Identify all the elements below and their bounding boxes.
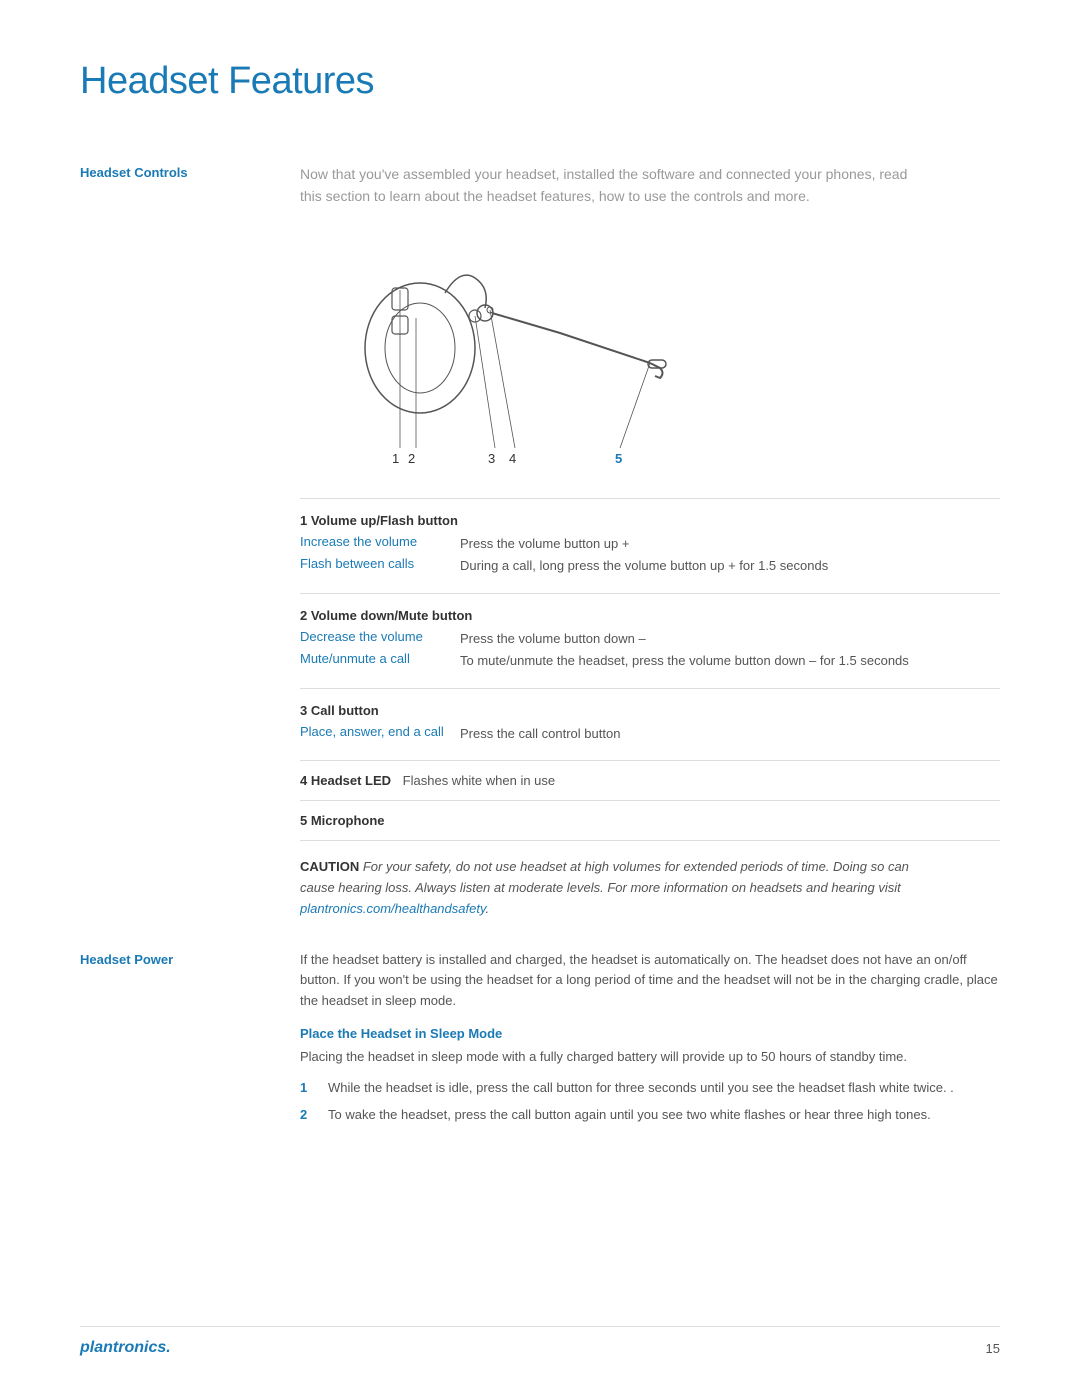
- control-group-3-title: 3 Call button: [300, 703, 1000, 718]
- svg-text:3: 3: [488, 451, 495, 466]
- headset-power-intro: If the headset battery is installed and …: [300, 950, 1000, 1012]
- control-action-decrease: Decrease the volume: [300, 629, 460, 644]
- control-row-1-2: Flash between calls During a call, long …: [300, 556, 1000, 576]
- headset-controls-section: Headset Controls Now that you've assembl…: [80, 163, 1000, 208]
- headset-controls-label: Headset Controls: [80, 163, 300, 208]
- headset-controls-body: Now that you've assembled your headset, …: [300, 163, 1000, 208]
- page-footer: plantronics. 15: [80, 1326, 1000, 1357]
- control-group-5: 5 Microphone: [300, 801, 1000, 841]
- control-group-5-title: 5 Microphone: [300, 813, 385, 828]
- control-desc-flash: During a call, long press the volume but…: [460, 556, 1000, 576]
- control-group-2: 2 Volume down/Mute button Decrease the v…: [300, 594, 1000, 689]
- control-desc-led: Flashes white when in use: [403, 773, 555, 788]
- svg-text:5: 5: [615, 451, 622, 466]
- control-number-1: 1: [300, 513, 311, 528]
- sleep-steps-list: 1 While the headset is idle, press the c…: [300, 1078, 1000, 1125]
- control-desc-mute: To mute/unmute the headset, press the vo…: [460, 651, 1000, 671]
- svg-text:4: 4: [509, 451, 516, 466]
- control-row-2-1: Decrease the volume Press the volume but…: [300, 629, 1000, 649]
- control-number-3: 3: [300, 703, 311, 718]
- control-row-1-1: Increase the volume Press the volume but…: [300, 534, 1000, 554]
- caution-text: For your safety, do not use headset at h…: [300, 859, 909, 916]
- headset-controls-intro: Now that you've assembled your headset, …: [300, 163, 920, 208]
- caution-link[interactable]: plantronics.com/healthandsafety: [300, 901, 485, 916]
- control-number-2: 2: [300, 608, 311, 623]
- control-row-3-1: Place, answer, end a call Press the call…: [300, 724, 1000, 744]
- brand-logo: plantronics.: [80, 1339, 171, 1357]
- page-title: Headset Features: [80, 60, 1000, 103]
- control-desc-increase: Press the volume button up +: [460, 534, 1000, 554]
- control-action-mute: Mute/unmute a call: [300, 651, 460, 666]
- control-group-1: 1 Volume up/Flash button Increase the vo…: [300, 499, 1000, 594]
- control-action-flash: Flash between calls: [300, 556, 460, 571]
- sleep-step-1: 1 While the headset is idle, press the c…: [300, 1078, 1000, 1098]
- headset-illustration: 1 2 3 4 5: [300, 238, 680, 468]
- caution-box: CAUTION For your safety, do not use head…: [300, 857, 920, 919]
- headset-power-label: Headset Power: [80, 950, 300, 1133]
- page-number: 15: [986, 1341, 1000, 1356]
- control-group-4: 4 Headset LED Flashes white when in use: [300, 761, 1000, 801]
- sleep-desc: Placing the headset in sleep mode with a…: [300, 1047, 1000, 1068]
- controls-section: 1 Volume up/Flash button Increase the vo…: [300, 498, 1000, 920]
- control-row-2-2: Mute/unmute a call To mute/unmute the he…: [300, 651, 1000, 671]
- headset-svg: 1 2 3 4 5: [300, 238, 680, 468]
- headset-diagram: 1 2 3 4 5: [300, 238, 1000, 468]
- svg-text:1: 1: [392, 451, 399, 466]
- control-group-2-title: 2 Volume down/Mute button: [300, 608, 1000, 623]
- control-desc-place: Press the call control button: [460, 724, 1000, 744]
- sleep-step-2: 2 To wake the headset, press the call bu…: [300, 1105, 1000, 1125]
- headset-power-section: Headset Power If the headset battery is …: [80, 950, 1000, 1133]
- sleep-mode-title: Place the Headset in Sleep Mode: [300, 1026, 1000, 1041]
- control-group-4-title: 4 Headset LED: [300, 773, 395, 788]
- control-action-place: Place, answer, end a call: [300, 724, 460, 739]
- headset-power-body: If the headset battery is installed and …: [300, 950, 1000, 1133]
- control-action-increase: Increase the volume: [300, 534, 460, 549]
- caution-label: CAUTION: [300, 859, 359, 874]
- control-group-3: 3 Call button Place, answer, end a call …: [300, 689, 1000, 762]
- svg-text:2: 2: [408, 451, 415, 466]
- control-desc-decrease: Press the volume button down –: [460, 629, 1000, 649]
- control-group-1-title: 1 Volume up/Flash button: [300, 513, 1000, 528]
